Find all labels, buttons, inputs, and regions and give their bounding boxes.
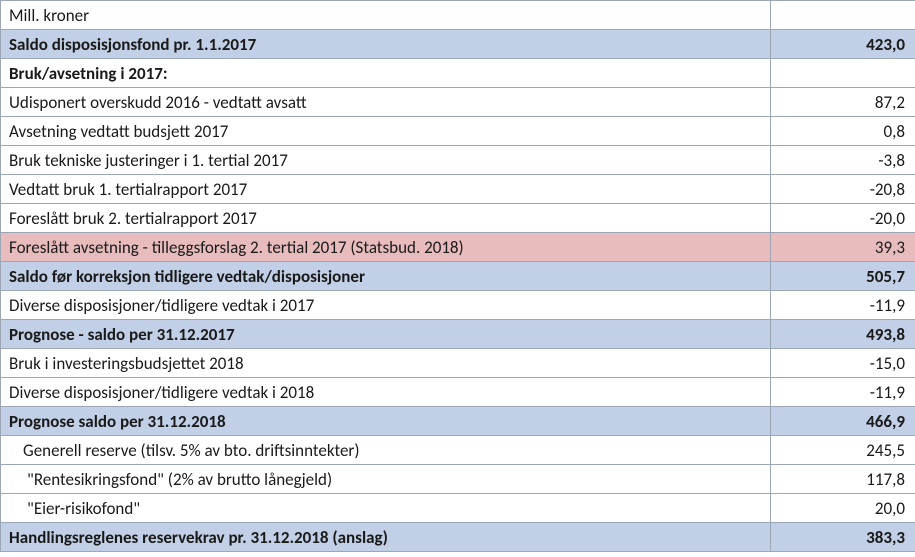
row-label: Prognose - saldo per 31.12.2017 (1, 320, 771, 349)
row-label: Bruk i investeringsbudsjettet 2018 (1, 349, 771, 378)
row-value: 39,3 (771, 233, 915, 262)
row-value: -20,0 (771, 204, 915, 233)
row-label: Bruk/avsetning i 2017: (1, 59, 771, 88)
row-value: 245,5 (771, 436, 915, 465)
row-value: -11,9 (771, 378, 915, 407)
row-label: Saldo før korreksjon tidligere vedtak/di… (1, 262, 771, 291)
row-value (771, 1, 915, 30)
row-value: 383,3 (771, 523, 915, 552)
row-value: 493,8 (771, 320, 915, 349)
row-label: Diverse disposisjoner/tidligere vedtak i… (1, 291, 771, 320)
row-label: Diverse disposisjoner/tidligere vedtak i… (1, 378, 771, 407)
row-value: 117,8 (771, 465, 915, 494)
row-label: Foreslått avsetning - tilleggsforslag 2.… (1, 233, 771, 262)
row-label: "Eier-risikofond" (1, 494, 771, 523)
table-row: Foreslått bruk 2. tertialrapport 2017 -2… (1, 204, 915, 233)
row-label: Generell reserve (tilsv. 5% av bto. drif… (1, 436, 771, 465)
row-value: -20,8 (771, 175, 915, 204)
row-label: Handlingsreglenes reservekrav pr. 31.12.… (1, 523, 771, 552)
table-row: Bruk/avsetning i 2017: (1, 59, 915, 88)
row-value: 0,8 (771, 117, 915, 146)
table-row: Prognose - saldo per 31.12.2017 493,8 (1, 320, 915, 349)
table-row: "Eier-risikofond" 20,0 (1, 494, 915, 523)
table-row: Prognose saldo per 31.12.2018 466,9 (1, 407, 915, 436)
row-value: 87,2 (771, 88, 915, 117)
row-label: "Rentesikringsfond" (2% av brutto lånegj… (1, 465, 771, 494)
row-value: -11,9 (771, 291, 915, 320)
table-row: Bruk tekniske justeringer i 1. tertial 2… (1, 146, 915, 175)
table-row: Avsetning vedtatt budsjett 2017 0,8 (1, 117, 915, 146)
row-label: Saldo disposisjonsfond pr. 1.1.2017 (1, 30, 771, 59)
financial-table: Mill. kroner Saldo disposisjonsfond pr. … (0, 0, 915, 552)
row-label: Prognose saldo per 31.12.2018 (1, 407, 771, 436)
table-row: Saldo før korreksjon tidligere vedtak/di… (1, 262, 915, 291)
table-row: Bruk i investeringsbudsjettet 2018 -15,0 (1, 349, 915, 378)
row-value (771, 59, 915, 88)
table-row: Udisponert overskudd 2016 - vedtatt avsa… (1, 88, 915, 117)
row-label: Bruk tekniske justeringer i 1. tertial 2… (1, 146, 771, 175)
row-value: 466,9 (771, 407, 915, 436)
table-row: Saldo disposisjonsfond pr. 1.1.2017 423,… (1, 30, 915, 59)
table-row: Diverse disposisjoner/tidligere vedtak i… (1, 378, 915, 407)
row-value: 423,0 (771, 30, 915, 59)
table-row: Mill. kroner (1, 1, 915, 30)
row-value: -3,8 (771, 146, 915, 175)
table-row: "Rentesikringsfond" (2% av brutto lånegj… (1, 465, 915, 494)
row-label: Udisponert overskudd 2016 - vedtatt avsa… (1, 88, 771, 117)
row-label: Avsetning vedtatt budsjett 2017 (1, 117, 771, 146)
table-row: Generell reserve (tilsv. 5% av bto. drif… (1, 436, 915, 465)
table-row: Diverse disposisjoner/tidligere vedtak i… (1, 291, 915, 320)
row-label: Mill. kroner (1, 1, 771, 30)
row-label: Vedtatt bruk 1. tertialrapport 2017 (1, 175, 771, 204)
table-row: Handlingsreglenes reservekrav pr. 31.12.… (1, 523, 915, 552)
row-value: 20,0 (771, 494, 915, 523)
table-row: Vedtatt bruk 1. tertialrapport 2017 -20,… (1, 175, 915, 204)
row-value: 505,7 (771, 262, 915, 291)
row-label: Foreslått bruk 2. tertialrapport 2017 (1, 204, 771, 233)
row-value: -15,0 (771, 349, 915, 378)
table-row: Foreslått avsetning - tilleggsforslag 2.… (1, 233, 915, 262)
